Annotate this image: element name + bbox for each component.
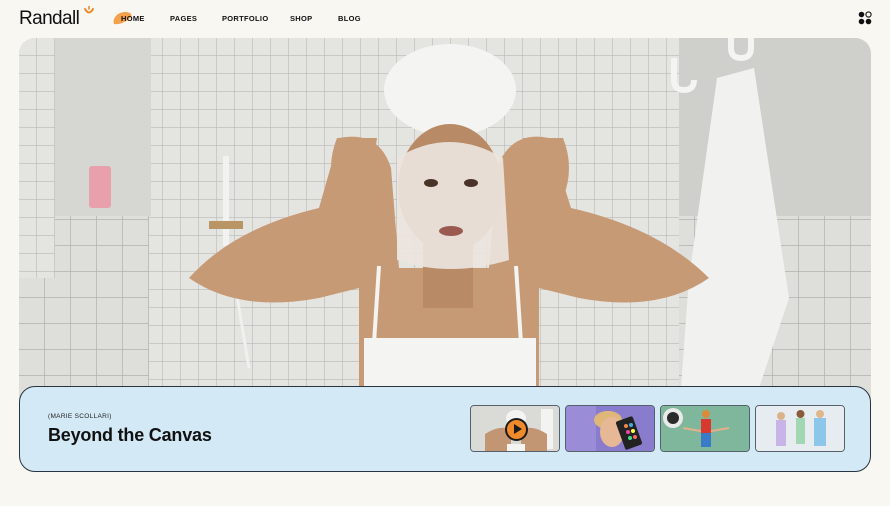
main-nav: HOME PAGES PORTFOLIO SHOP BLOG [121, 14, 361, 23]
nav-blog[interactable]: BLOG [338, 14, 361, 23]
nav-pages[interactable]: PAGES [170, 14, 222, 23]
thumbnail-1[interactable] [470, 405, 560, 452]
feature-title: Beyond the Canvas [48, 425, 212, 445]
thumbnail-3-image [661, 406, 749, 451]
nav-home[interactable]: HOME [121, 14, 170, 23]
author-name: (MARIE SCOLLARI) [48, 413, 112, 420]
thumbnail-3[interactable] [660, 405, 750, 452]
thumbnail-2-image [566, 406, 654, 451]
logo[interactable]: Randall [19, 8, 80, 30]
thumbnail-2[interactable] [565, 405, 655, 452]
menu-dots-icon[interactable] [858, 11, 872, 25]
thumbnail-4[interactable] [755, 405, 845, 452]
smile-icon [84, 6, 94, 14]
nav-portfolio[interactable]: PORTFOLIO [222, 14, 290, 23]
thumbnail-strip [470, 405, 845, 452]
play-icon[interactable] [505, 418, 528, 441]
site-header: Randall HOME PAGES PORTFOLIO SHOP BLOG [0, 0, 890, 36]
nav-shop[interactable]: SHOP [290, 14, 338, 23]
feature-card: (MARIE SCOLLARI) Beyond the Canvas [19, 386, 871, 472]
thumbnail-4-image [756, 406, 844, 451]
